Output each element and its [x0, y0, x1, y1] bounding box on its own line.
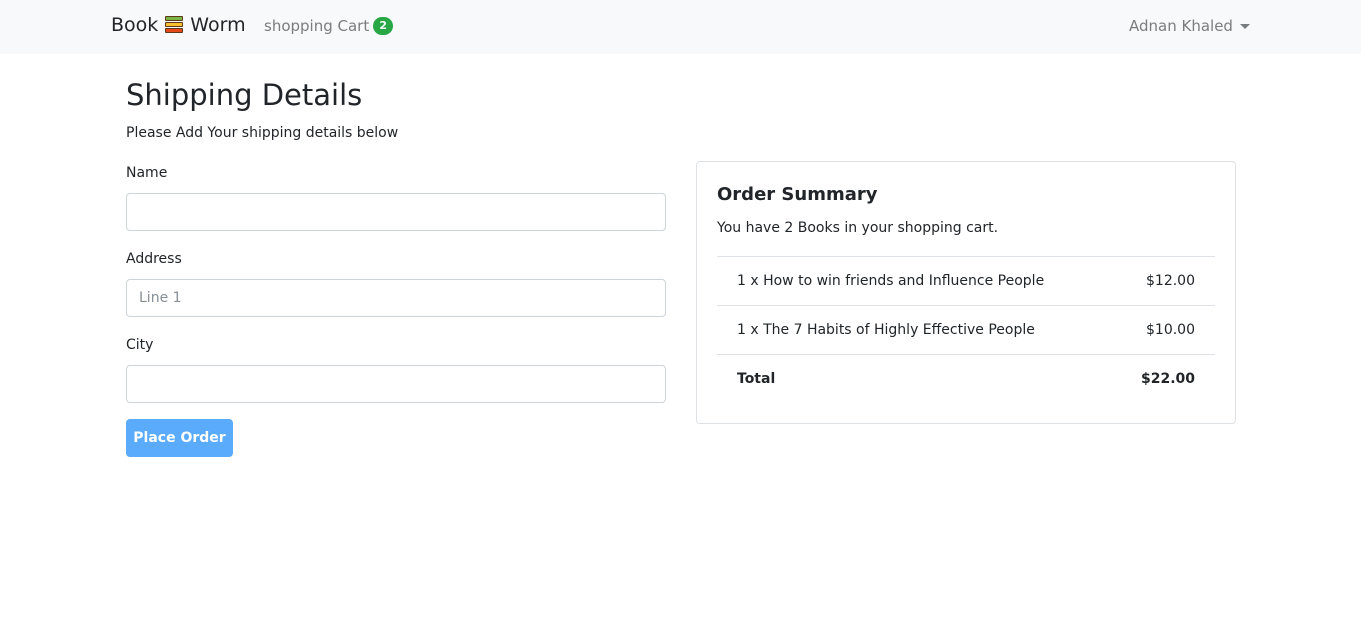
brand-text-left: Book [111, 14, 159, 36]
place-order-button[interactable]: Place Order [126, 419, 233, 457]
navbar: Book Worm shopping Cart 2 Adnan Khaled [0, 0, 1361, 54]
caret-down-icon [1239, 23, 1250, 29]
name-label: Name [126, 165, 168, 181]
address-label: Address [126, 251, 182, 267]
order-summary-text: You have 2 Books in your shopping cart. [717, 220, 999, 236]
order-item-price: $10.00 [1146, 322, 1195, 338]
order-items-table: 1 x How to win friends and Influence Peo… [717, 256, 1215, 403]
user-dropdown[interactable]: Adnan Khaled [1129, 17, 1250, 35]
order-item-price: $12.00 [1146, 273, 1195, 289]
brand-link[interactable]: Book Worm [111, 14, 246, 36]
nav-shopping-cart-link[interactable]: shopping Cart 2 [264, 17, 394, 35]
order-item-label: 1 x How to win friends and Influence Peo… [737, 273, 1045, 289]
user-name: Adnan Khaled [1129, 17, 1233, 35]
books-icon [164, 15, 184, 35]
city-label: City [126, 337, 154, 353]
name-input[interactable] [126, 193, 666, 231]
order-item-row: 1 x How to win friends and Influence Peo… [717, 256, 1215, 305]
cart-label: shopping Cart [264, 17, 370, 35]
order-item-row: 1 x The 7 Habits of Highly Effective Peo… [717, 305, 1215, 354]
page-title: Shipping Details [126, 78, 363, 112]
order-total-value: $22.00 [1140, 371, 1195, 387]
order-summary-title: Order Summary [717, 184, 878, 205]
order-total-label: Total [737, 371, 776, 387]
brand-text-right: Worm [190, 14, 246, 36]
city-input[interactable] [126, 365, 666, 403]
order-summary-card: Order Summary You have 2 Books in your s… [696, 161, 1236, 424]
address-line1-input[interactable] [126, 279, 666, 317]
order-item-label: 1 x The 7 Habits of Highly Effective Peo… [737, 322, 1035, 338]
order-total-row: Total $22.00 [717, 354, 1215, 403]
page-subtitle: Please Add Your shipping details below [126, 125, 399, 141]
cart-count-badge: 2 [373, 17, 394, 35]
